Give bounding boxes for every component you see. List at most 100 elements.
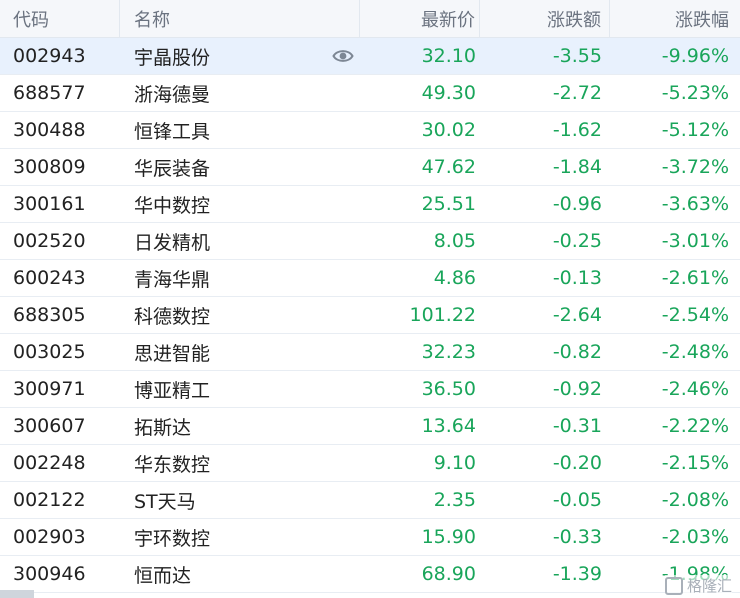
cell-name: 博亚精工: [120, 371, 360, 407]
watermark-logo-icon: [664, 576, 683, 595]
cell-name: 宇环数控: [120, 519, 360, 555]
cell-price-text: 32.10: [421, 45, 476, 67]
cell-name-text: 浙海德曼: [134, 83, 211, 106]
cell-pct: -3.72%: [610, 149, 740, 185]
cell-price-text: 2.35: [433, 489, 476, 511]
cell-change: -0.92: [480, 371, 610, 407]
cell-price-text: 68.90: [421, 563, 476, 585]
column-header-price[interactable]: 最新价: [360, 0, 480, 37]
cell-price-text: 13.64: [421, 415, 476, 437]
cell-pct: -3.01%: [610, 223, 740, 259]
cell-code-text: 003025: [13, 341, 86, 363]
cell-price: 49.30: [360, 75, 480, 111]
table-body: 002943 宇晶股份 32.10 -3.55 -9.96% 688577 浙海德曼 49.3…: [0, 38, 740, 593]
horizontal-scrollbar[interactable]: [0, 590, 34, 598]
cell-price: 101.22: [360, 297, 480, 333]
table-row[interactable]: 600243 青海华鼎 4.86 -0.13 -2.61%: [0, 260, 740, 297]
cell-change: -3.55: [480, 38, 610, 74]
cell-pct-text: -3.63%: [661, 193, 729, 215]
cell-code-text: 002943: [13, 45, 86, 67]
table-row[interactable]: 002903 宇环数控 15.90 -0.33 -2.03%: [0, 519, 740, 556]
cell-pct-text: -5.12%: [661, 119, 729, 141]
cell-change-text: -0.33: [552, 526, 602, 548]
table-row[interactable]: 002122 ST天马 2.35 -0.05 -2.08%: [0, 482, 740, 519]
cell-pct-text: -3.01%: [661, 230, 729, 252]
cell-name-text: 华东数控: [134, 453, 211, 476]
table-row[interactable]: 300946 恒而达 68.90 -1.39 -1.98%: [0, 556, 740, 593]
table-row[interactable]: 300161 华中数控 25.51 -0.96 -3.63%: [0, 186, 740, 223]
cell-change-text: -0.92: [552, 378, 602, 400]
cell-price: 36.50: [360, 371, 480, 407]
table-row[interactable]: 300809 华辰装备 47.62 -1.84 -3.72%: [0, 149, 740, 186]
cell-change-text: -2.64: [552, 304, 602, 326]
stock-table: 代码 名称 最新价 涨跌额 涨跌幅 002943 宇晶股份 32.10 -3.55 -9…: [0, 0, 740, 593]
column-header-code[interactable]: 代码: [0, 0, 120, 37]
cell-change-text: -1.84: [552, 156, 602, 178]
cell-pct-text: -2.15%: [661, 452, 729, 474]
table-row[interactable]: 300488 恒锋工具 30.02 -1.62 -5.12%: [0, 112, 740, 149]
cell-name: 拓斯达: [120, 408, 360, 444]
cell-change-text: -1.62: [552, 119, 602, 141]
column-header-name[interactable]: 名称: [120, 0, 360, 37]
cell-code: 300809: [0, 149, 120, 185]
table-row[interactable]: 002248 华东数控 9.10 -0.20 -2.15%: [0, 445, 740, 482]
cell-code-text: 688577: [13, 82, 86, 104]
table-row[interactable]: 688577 浙海德曼 49.30 -2.72 -5.23%: [0, 75, 740, 112]
cell-code-text: 300971: [13, 378, 86, 400]
table-row[interactable]: 002943 宇晶股份 32.10 -3.55 -9.96%: [0, 38, 740, 75]
cell-price-text: 4.86: [433, 267, 476, 289]
cell-change: -0.33: [480, 519, 610, 555]
column-header-pct[interactable]: 涨跌幅: [610, 0, 740, 37]
cell-price-text: 101.22: [409, 304, 476, 326]
cell-change-text: -0.96: [552, 193, 602, 215]
watermark: 格隆汇: [664, 575, 732, 596]
cell-code-text: 300607: [13, 415, 86, 437]
cell-price: 47.62: [360, 149, 480, 185]
cell-price-text: 15.90: [421, 526, 476, 548]
cell-code-text: 300946: [13, 563, 86, 585]
cell-name-text: 科德数控: [134, 305, 211, 328]
table-row[interactable]: 688305 科德数控 101.22 -2.64 -2.54%: [0, 297, 740, 334]
cell-name: 华东数控: [120, 445, 360, 481]
cell-code: 300607: [0, 408, 120, 444]
cell-name-text: 恒锋工具: [134, 120, 211, 143]
cell-code: 688305: [0, 297, 120, 333]
cell-price: 68.90: [360, 556, 480, 592]
cell-pct-text: -9.96%: [661, 45, 729, 67]
cell-name-text: 拓斯达: [134, 416, 192, 439]
cell-change-text: -0.20: [552, 452, 602, 474]
cell-pct: -2.48%: [610, 334, 740, 370]
cell-change-text: -0.13: [552, 267, 602, 289]
cell-code-text: 600243: [13, 267, 86, 289]
cell-price: 30.02: [360, 112, 480, 148]
cell-change: -2.64: [480, 297, 610, 333]
cell-price: 4.86: [360, 260, 480, 296]
cell-code: 300946: [0, 556, 120, 592]
cell-pct: -5.23%: [610, 75, 740, 111]
cell-name: ST天马: [120, 482, 360, 518]
cell-price-text: 30.02: [421, 119, 476, 141]
cell-pct: -2.46%: [610, 371, 740, 407]
cell-pct: -2.54%: [610, 297, 740, 333]
cell-code-text: 300161: [13, 193, 86, 215]
cell-code: 002122: [0, 482, 120, 518]
cell-name: 华中数控: [120, 186, 360, 222]
table-row[interactable]: 003025 思进智能 32.23 -0.82 -2.48%: [0, 334, 740, 371]
cell-pct: -2.15%: [610, 445, 740, 481]
cell-name-text: 华中数控: [134, 194, 211, 217]
cell-pct: -2.03%: [610, 519, 740, 555]
cell-change-text: -0.25: [552, 230, 602, 252]
table-row[interactable]: 300971 博亚精工 36.50 -0.92 -2.46%: [0, 371, 740, 408]
table-row[interactable]: 300607 拓斯达 13.64 -0.31 -2.22%: [0, 408, 740, 445]
cell-pct: -2.08%: [610, 482, 740, 518]
cell-code-text: 002903: [13, 526, 86, 548]
cell-name: 思进智能: [120, 334, 360, 370]
cell-pct-text: -3.72%: [661, 156, 729, 178]
cell-code: 300161: [0, 186, 120, 222]
cell-price-text: 47.62: [421, 156, 476, 178]
column-header-change[interactable]: 涨跌额: [480, 0, 610, 37]
cell-pct: -3.63%: [610, 186, 740, 222]
table-row[interactable]: 002520 日发精机 8.05 -0.25 -3.01%: [0, 223, 740, 260]
cell-code: 002943: [0, 38, 120, 74]
eye-icon[interactable]: [332, 45, 354, 67]
